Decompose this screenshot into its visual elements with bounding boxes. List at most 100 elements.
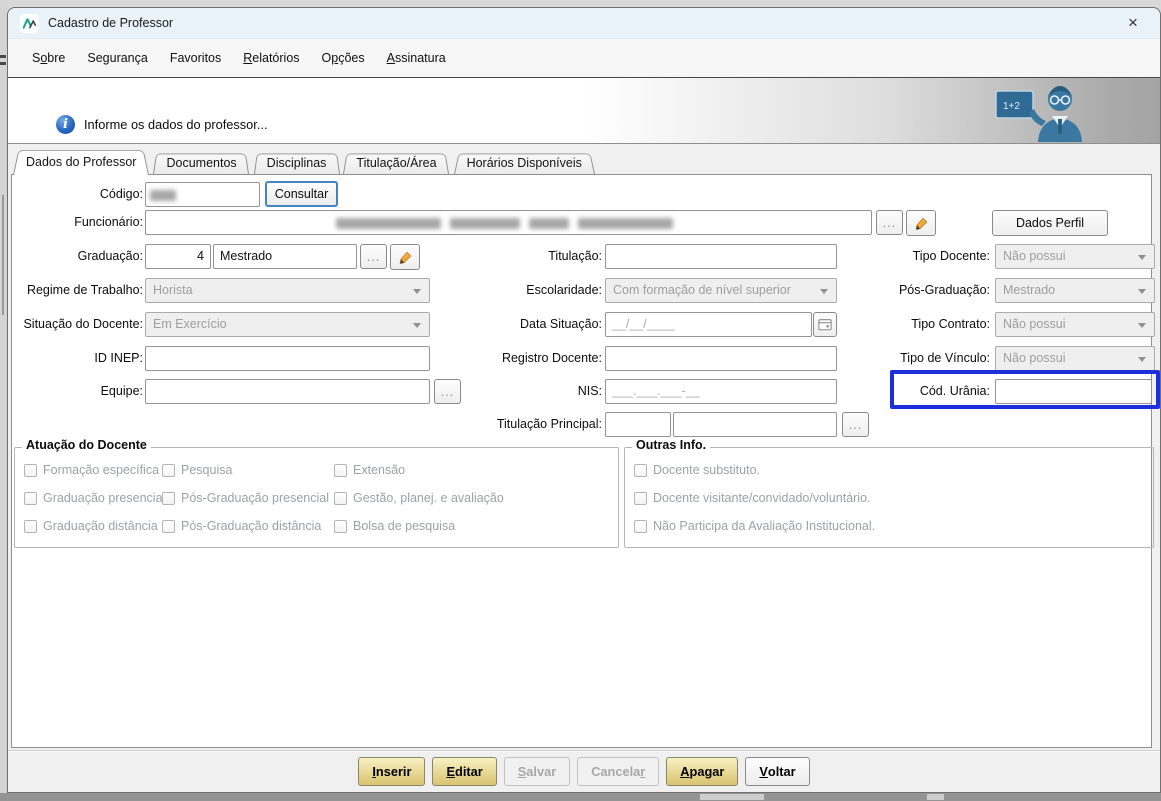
checkbox-box[interactable] [162, 491, 175, 505]
checkbox-bolsa-de-pesquisa[interactable]: Bolsa de pesquisa [334, 519, 455, 533]
data-situacao-input[interactable]: __/__/____ [605, 312, 812, 337]
tab-strip: Dados do Professor Documentos Disciplina… [13, 148, 1156, 174]
chevron-down-icon [413, 323, 421, 328]
checkbox-graduacao-distancia[interactable]: Graduação distância [24, 519, 158, 533]
groupbox-title: Outras Info. [632, 438, 711, 452]
pos-graduacao-combo[interactable]: Mestrado [995, 278, 1155, 303]
background-window-sliver [0, 0, 7, 793]
regime-trabalho-combo[interactable]: Horista [145, 278, 430, 303]
funcionario-lookup-button[interactable]: ... [876, 210, 903, 235]
checkbox-extensao[interactable]: Extensão [334, 463, 405, 477]
checkbox-pos-graduacao-distancia[interactable]: Pós-Graduação distância [162, 519, 321, 533]
graduacao-label: Graduação: [77, 249, 143, 263]
title-bar: Cadastro de Professor × [8, 8, 1160, 39]
id-inep-label: ID INEP: [94, 351, 143, 365]
checkbox-pos-graduacao-presencial[interactable]: Pós-Graduação presencial [162, 491, 329, 505]
tipo-vinculo-label: Tipo de Vínculo: [900, 351, 990, 365]
cadastro-professor-window: Cadastro de Professor × Sobre Segurança … [7, 7, 1161, 793]
menu-assinatura[interactable]: Assinatura [376, 46, 457, 70]
codigo-label: Código: [99, 187, 143, 201]
cod-urania-label: Cód. Urânia: [919, 384, 990, 398]
app-logo-icon [20, 13, 39, 33]
checkbox-box[interactable] [24, 463, 37, 477]
info-icon: i [56, 115, 75, 134]
titulacao-principal-lookup-button[interactable]: ... [842, 412, 869, 437]
id-inep-input[interactable] [145, 346, 430, 371]
apagar-button[interactable]: Apagar [666, 757, 739, 786]
checkbox-pesquisa[interactable]: Pesquisa [162, 463, 232, 477]
nis-label: NIS: [577, 384, 602, 398]
tab-page-dados-do-professor: Código: Consultar Funcionário: ... Dados… [11, 174, 1160, 748]
situacao-docente-combo[interactable]: Em Exercício [145, 312, 430, 337]
background-artifact [927, 794, 944, 800]
checkbox-box[interactable] [334, 519, 347, 533]
info-message: Informe os dados do professor... [84, 117, 268, 132]
regime-trabalho-label: Regime de Trabalho: [26, 283, 143, 297]
tab-documentos[interactable]: Documentos [153, 152, 249, 174]
menu-relatorios[interactable]: Relatórios [232, 46, 310, 70]
checkbox-box[interactable] [24, 491, 37, 505]
groupbox-title: Atuação do Docente [22, 438, 151, 452]
menu-favoritos[interactable]: Favoritos [159, 46, 232, 70]
checkbox-nao-participa-avaliacao[interactable]: Não Participa da Avaliação Institucional… [634, 519, 875, 533]
graduacao-edit-button[interactable] [390, 244, 420, 270]
escolaridade-label: Escolaridade: [526, 283, 602, 297]
dados-perfil-button[interactable]: Dados Perfil [992, 210, 1108, 236]
funcionario-label: Funcionário: [74, 215, 143, 229]
cod-urania-input[interactable] [995, 379, 1152, 404]
board-text: 1+2 [1003, 101, 1020, 112]
checkbox-box[interactable] [334, 491, 347, 505]
menu-opcoes[interactable]: Opções [311, 46, 376, 70]
graduacao-codigo-input[interactable]: 4 [145, 244, 211, 269]
funcionario-edit-button[interactable] [906, 210, 936, 236]
checkbox-box[interactable] [634, 463, 647, 477]
checkbox-box[interactable] [634, 491, 647, 505]
salvar-button[interactable]: Salvar [503, 757, 571, 786]
tipo-contrato-label: Tipo Contrato: [911, 317, 990, 331]
tab-horarios-disponiveis[interactable]: Horários Disponíveis [454, 152, 595, 174]
codigo-input[interactable] [145, 182, 260, 207]
tipo-docente-combo[interactable]: Não possui [995, 244, 1155, 269]
menu-bar: Sobre Segurança Favoritos Relatórios Opç… [8, 39, 1160, 78]
checkbox-docente-substituto[interactable]: Docente substituto. [634, 463, 760, 477]
equipe-input[interactable] [145, 379, 430, 404]
graduacao-nome-input[interactable]: Mestrado [213, 244, 357, 269]
tab-disciplinas[interactable]: Disciplinas [254, 152, 340, 174]
tipo-vinculo-combo[interactable]: Não possui [995, 346, 1155, 371]
cancelar-button[interactable]: Cancela r [577, 757, 660, 786]
checkbox-docente-visitante[interactable]: Docente visitante/convidado/voluntário. [634, 491, 871, 505]
checkbox-box[interactable] [162, 463, 175, 477]
consultar-button[interactable]: Consultar [265, 181, 338, 207]
checkbox-box[interactable] [162, 519, 175, 533]
editar-button[interactable]: Editar [432, 757, 497, 786]
chevron-down-icon [1138, 255, 1146, 260]
background-artifact [0, 55, 6, 58]
menu-sobre[interactable]: Sobre [21, 46, 76, 70]
checkbox-formacao-especifica[interactable]: Formação específica [24, 463, 159, 477]
voltar-button[interactable]: Voltar [745, 757, 810, 786]
tab-dados-do-professor[interactable]: Dados do Professor [13, 148, 149, 175]
pos-graduacao-label: Pós-Graduação: [898, 283, 990, 297]
checkbox-gestao-planej-avaliacao[interactable]: Gestão, planej. e avaliação [334, 491, 504, 505]
funcionario-input[interactable] [145, 210, 872, 235]
menu-seguranca[interactable]: Segurança [76, 46, 158, 70]
titulacao-principal-label: Titulação Principal: [496, 417, 602, 431]
pencil-icon [915, 217, 927, 230]
checkbox-box[interactable] [334, 463, 347, 477]
checkbox-box[interactable] [24, 519, 37, 533]
data-situacao-label: Data Situação: [520, 317, 602, 331]
close-icon[interactable]: × [1118, 10, 1148, 36]
equipe-label: Equipe: [100, 384, 143, 398]
checkbox-box[interactable] [634, 519, 647, 533]
titulacao-principal-nome-input[interactable] [673, 412, 837, 437]
tab-titulacao-area[interactable]: Titulação/Área [343, 152, 449, 174]
chevron-down-icon [1138, 289, 1146, 294]
tipo-contrato-combo[interactable]: Não possui [995, 312, 1155, 337]
action-button-bar: Inserir Editar Salvar Cancela r Apagar Vo… [8, 746, 1160, 792]
checkbox-graduacao-presencial[interactable]: Graduação presencial [24, 491, 165, 505]
registro-docente-label: Registro Docente: [501, 351, 602, 365]
background-artifact [2, 195, 4, 315]
graduacao-lookup-button[interactable]: ... [360, 244, 387, 269]
inserir-button[interactable]: Inserir [358, 757, 426, 786]
titulacao-principal-codigo-input[interactable] [605, 412, 671, 437]
